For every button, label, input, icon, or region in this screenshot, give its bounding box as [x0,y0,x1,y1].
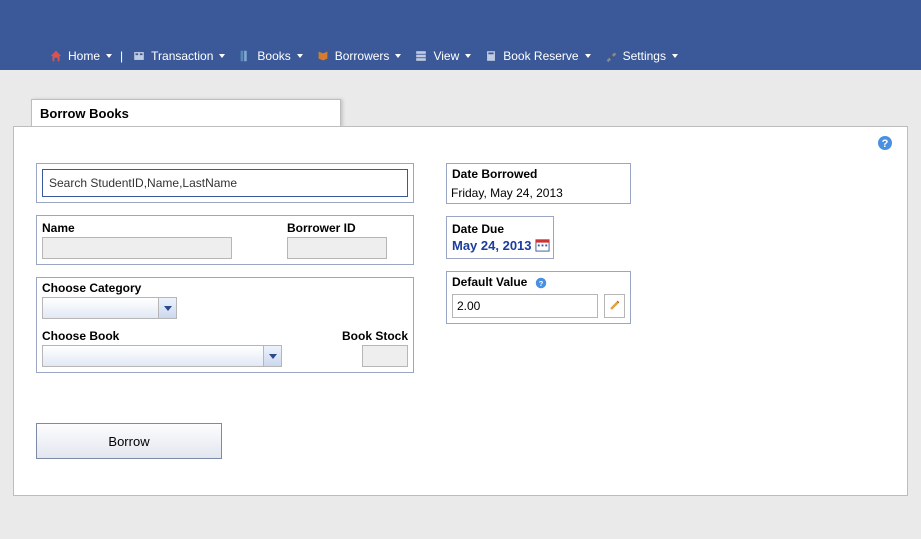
bookstock-label: Book Stock [342,327,408,345]
caret-icon [395,54,401,58]
category-combo[interactable] [42,297,177,319]
nav-bookreserve-label: Book Reserve [503,49,578,63]
nav-settings[interactable]: Settings [597,45,684,67]
caret-icon [106,54,112,58]
chevron-down-icon[interactable] [263,346,281,366]
bookstock-field[interactable] [362,345,408,367]
books-icon [237,48,253,64]
nav-view-label: View [433,49,459,63]
edit-button[interactable] [604,294,625,318]
settings-icon [603,48,619,64]
nav-view[interactable]: View [407,45,477,67]
calendar-icon[interactable] [535,237,550,255]
name-field[interactable] [42,237,232,259]
help-icon[interactable]: ? [877,135,893,154]
page-area: Borrow Books ? Name Borrower ID [0,70,921,539]
nav-home[interactable]: Home [42,45,118,67]
nav-borrowers-label: Borrowers [335,49,390,63]
book-combo[interactable] [42,345,282,367]
left-column: Name Borrower ID Choose Category [36,163,414,459]
dateborrowed-value: Friday, May 24, 2013 [447,183,630,203]
bookreserve-icon [483,48,499,64]
nav-books-label: Books [257,49,290,63]
caret-icon [297,54,303,58]
category-label: Choose Category [37,278,413,297]
nav-bookreserve[interactable]: Book Reserve [477,45,596,67]
info-icon[interactable]: ? [535,277,547,289]
top-banner [0,0,921,41]
borrowerid-field[interactable] [287,237,387,259]
name-label: Name [42,219,277,237]
view-icon [413,48,429,64]
caret-icon [672,54,678,58]
tab-title: Borrow Books [31,99,341,127]
nav-borrowers[interactable]: Borrowers [309,45,408,67]
right-column: Date Borrowed Friday, May 24, 2013 Date … [446,163,646,336]
defaultvalue-field[interactable] [452,294,598,318]
nav-settings-label: Settings [623,49,666,63]
book-label: Choose Book [42,327,332,345]
borrow-button[interactable]: Borrow [36,423,222,459]
datedue-value[interactable]: May 24, 2013 [452,238,532,253]
nav-transaction-label: Transaction [151,49,213,63]
home-icon [48,48,64,64]
datedue-label: Date Due [452,220,548,238]
caret-icon [585,54,591,58]
chevron-down-icon[interactable] [158,298,176,318]
svg-text:?: ? [882,138,889,150]
transaction-icon [131,48,147,64]
caret-icon [219,54,225,58]
nav-transaction[interactable]: Transaction [125,45,231,67]
nav-books[interactable]: Books [231,45,308,67]
nav-home-label: Home [68,49,100,63]
datedue-group: Date Due May 24, 2013 [446,216,554,259]
form-panel: ? Name Borrower ID [13,126,908,496]
dateborrowed-label: Date Borrowed [447,164,630,183]
search-input[interactable] [42,169,408,197]
pencil-icon [608,298,622,315]
navbar: Home | Transaction Books Borrowers View [0,41,921,70]
nav-separator: | [118,49,125,63]
defaultvalue-label: Default Value ? [447,272,630,291]
borrowerid-label: Borrower ID [287,219,408,237]
borrowers-icon [315,48,331,64]
caret-icon [465,54,471,58]
svg-text:?: ? [538,279,543,288]
